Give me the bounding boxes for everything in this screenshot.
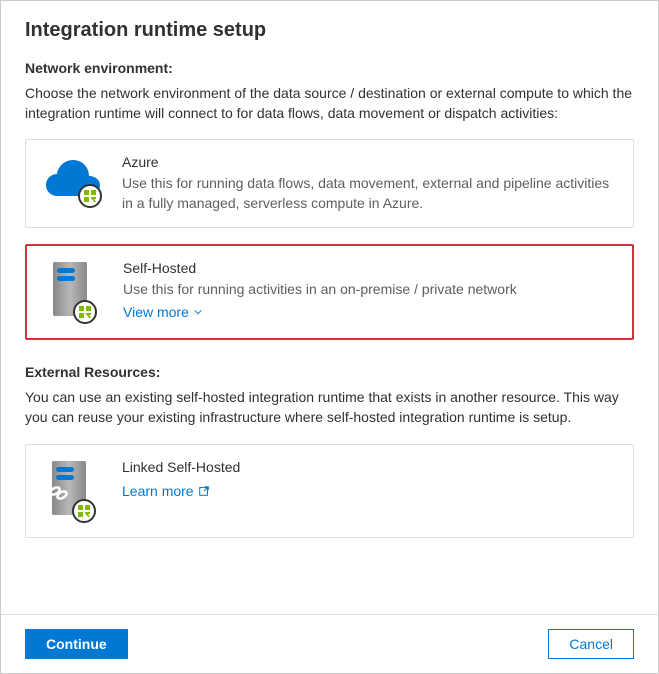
self-hosted-card-body: Self-Hosted Use this for running activit… bbox=[123, 260, 614, 320]
azure-card-body: Azure Use this for running data flows, d… bbox=[122, 154, 615, 213]
view-more-link[interactable]: View more bbox=[123, 304, 203, 320]
azure-cloud-icon bbox=[44, 154, 104, 209]
server-icon bbox=[45, 260, 105, 324]
self-hosted-card[interactable]: Self-Hosted Use this for running activit… bbox=[25, 244, 634, 340]
external-link-icon bbox=[198, 485, 210, 497]
learn-more-label: Learn more bbox=[122, 483, 194, 499]
page-title: Integration runtime setup bbox=[25, 19, 634, 42]
learn-more-link[interactable]: Learn more bbox=[122, 483, 210, 499]
azure-card-title: Azure bbox=[122, 154, 615, 170]
external-section-label: External Resources: bbox=[25, 364, 634, 380]
network-section-label: Network environment: bbox=[25, 60, 634, 76]
external-section-description: You can use an existing self-hosted inte… bbox=[25, 388, 634, 427]
dialog-content: Integration runtime setup Network enviro… bbox=[1, 1, 658, 614]
azure-card-description: Use this for running data flows, data mo… bbox=[122, 174, 615, 213]
integration-runtime-setup-dialog: Integration runtime setup Network enviro… bbox=[0, 0, 659, 674]
dialog-footer: Continue Cancel bbox=[1, 614, 658, 673]
azure-card[interactable]: Azure Use this for running data flows, d… bbox=[25, 139, 634, 228]
linked-card-body: Linked Self-Hosted Learn more bbox=[122, 459, 615, 499]
linked-server-icon bbox=[44, 459, 104, 523]
network-section-description: Choose the network environment of the da… bbox=[25, 84, 634, 123]
chevron-down-icon bbox=[193, 307, 203, 317]
self-hosted-card-description: Use this for running activities in an on… bbox=[123, 280, 614, 300]
continue-button[interactable]: Continue bbox=[25, 629, 128, 659]
linked-card-title: Linked Self-Hosted bbox=[122, 459, 615, 475]
cancel-button[interactable]: Cancel bbox=[548, 629, 634, 659]
self-hosted-card-title: Self-Hosted bbox=[123, 260, 614, 276]
linked-self-hosted-card[interactable]: Linked Self-Hosted Learn more bbox=[25, 444, 634, 538]
view-more-label: View more bbox=[123, 304, 189, 320]
